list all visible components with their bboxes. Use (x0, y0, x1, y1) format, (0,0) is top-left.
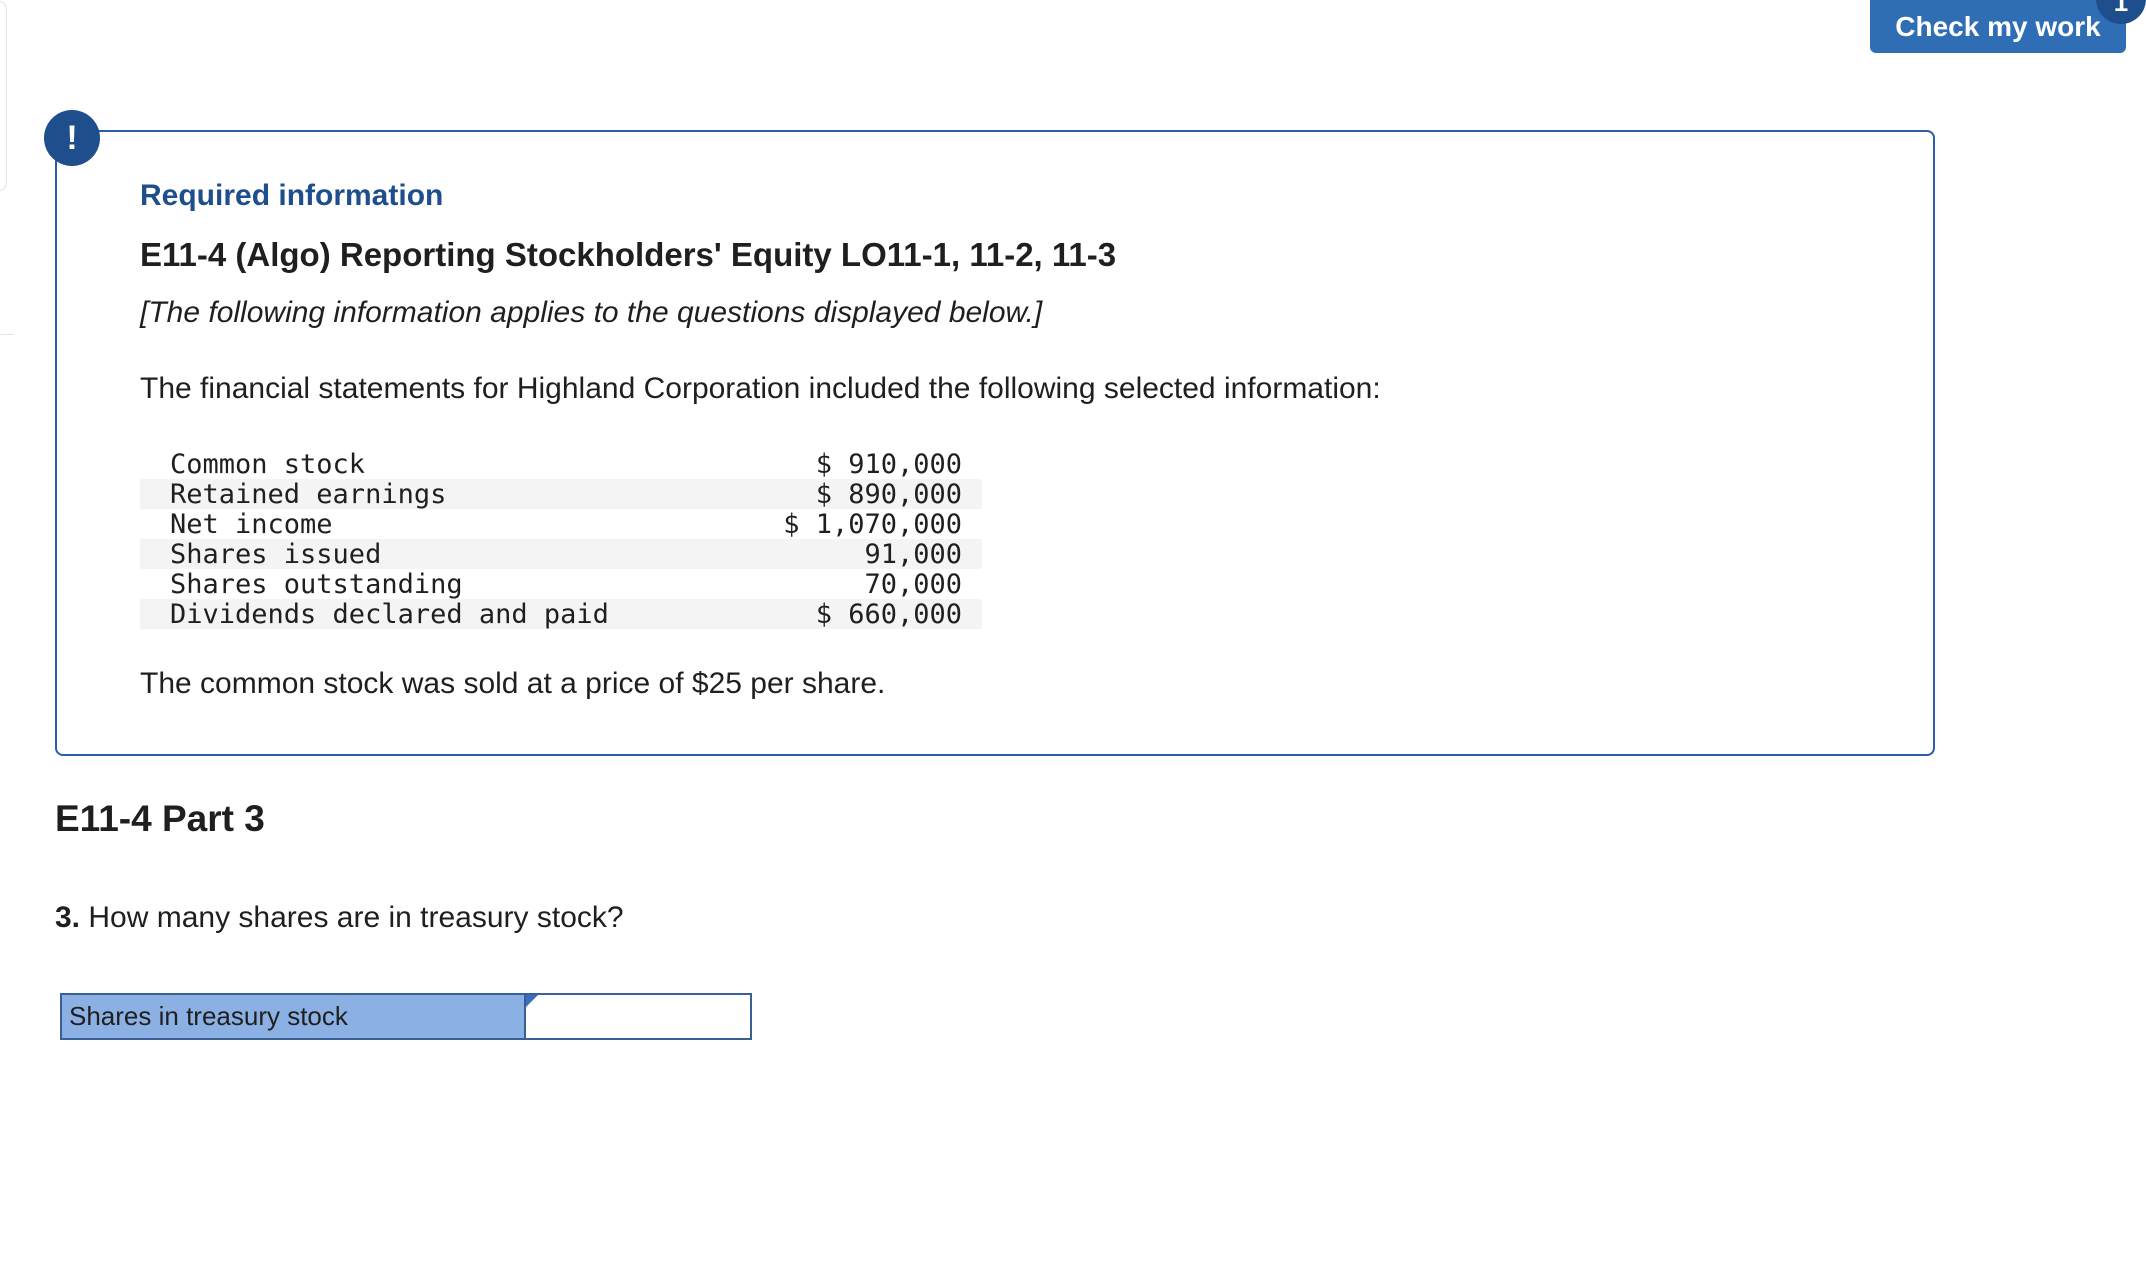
table-row: Common stock $ 910,000 (140, 448, 982, 480)
row-value: $ 910,000 (815, 448, 962, 480)
row-value: $ 890,000 (815, 478, 962, 510)
answer-label: Shares in treasury stock (62, 995, 526, 1038)
info-note: [The following information applies to th… (140, 296, 1043, 329)
question-number: 3. (55, 901, 81, 934)
row-value: $ 1,070,000 (783, 508, 962, 540)
question-text: 3. How many shares are in treasury stock… (55, 901, 624, 935)
row-value: 91,000 (864, 538, 962, 570)
check-my-work-button[interactable]: Check my work (1870, 0, 2126, 53)
row-value: $ 660,000 (815, 598, 962, 630)
table-row: Shares outstanding 70,000 (140, 568, 982, 600)
row-label: Shares issued (170, 538, 382, 570)
required-information-label: Required information (140, 179, 444, 212)
cell-marker-icon (526, 995, 538, 1007)
answer-cell[interactable] (526, 995, 750, 1038)
problem-title: E11-4 (Algo) Reporting Stockholders' Equ… (140, 236, 1117, 273)
table-row: Dividends declared and paid $ 660,000 (140, 598, 982, 630)
row-value: 70,000 (864, 568, 962, 600)
alert-icon: ! (44, 110, 100, 166)
part-heading: E11-4 Part 3 (55, 798, 265, 839)
row-label: Net income (170, 508, 333, 540)
row-label: Shares outstanding (170, 568, 463, 600)
row-label: Retained earnings (170, 478, 447, 510)
price-note: The common stock was sold at a price of … (140, 667, 886, 700)
row-label: Common stock (170, 448, 366, 480)
question-body: How many shares are in treasury stock? (88, 901, 624, 934)
side-panel-edge (0, 0, 7, 192)
table-row: Net income $ 1,070,000 (140, 508, 982, 540)
required-information-box (55, 130, 1935, 756)
intro-text: The financial statements for Highland Co… (140, 372, 1381, 405)
row-label: Dividends declared and paid (170, 598, 609, 630)
shares-in-treasury-stock-input[interactable] (526, 995, 750, 1038)
table-row: Shares issued 91,000 (140, 538, 982, 570)
divider (0, 334, 14, 335)
table-row: Retained earnings $ 890,000 (140, 478, 982, 510)
answer-row: Shares in treasury stock (60, 993, 752, 1040)
financial-data-table: Common stock $ 910,000 Retained earnings… (140, 448, 982, 630)
